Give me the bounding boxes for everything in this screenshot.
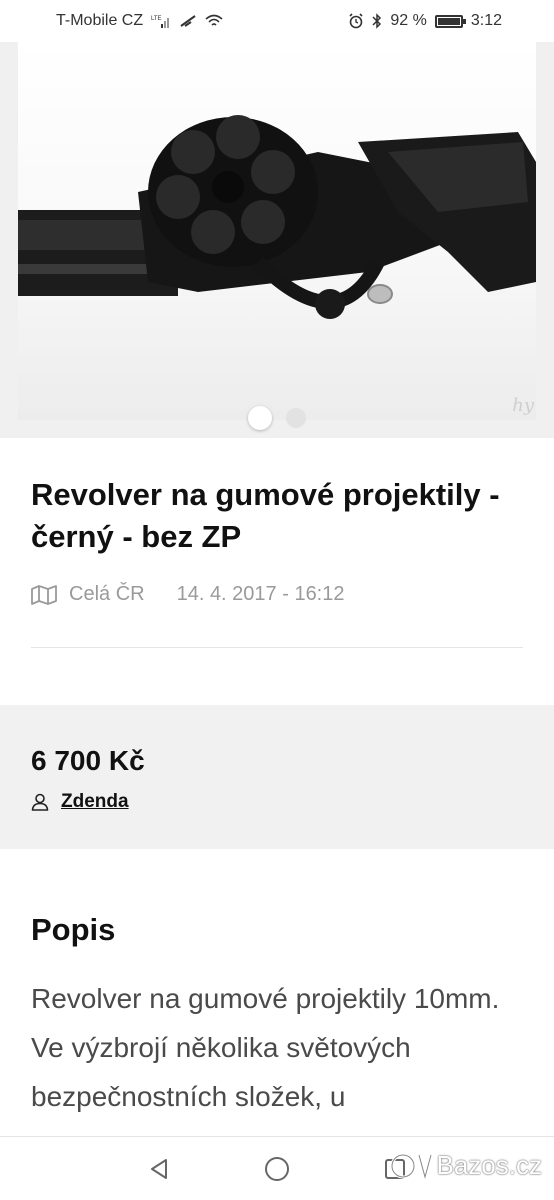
signal-icon: LTE bbox=[151, 14, 171, 28]
back-icon[interactable] bbox=[144, 1154, 174, 1184]
alarm-icon bbox=[348, 13, 364, 29]
listing-location: Celá ČR bbox=[69, 583, 145, 605]
wifi-icon bbox=[205, 14, 223, 28]
listing-date: 14. 4. 2017 - 16:12 bbox=[176, 583, 345, 605]
battery-icon bbox=[434, 14, 466, 28]
listing-price: 6 700 Kč bbox=[31, 745, 145, 776]
gallery-dot-1[interactable] bbox=[248, 406, 272, 430]
brand-logo-icon bbox=[389, 1151, 433, 1181]
home-icon[interactable] bbox=[262, 1154, 292, 1184]
gallery-pager[interactable] bbox=[0, 406, 554, 430]
network-type: LTE bbox=[151, 16, 162, 22]
price-section: 6 700 Kč Zdenda bbox=[0, 705, 554, 849]
brand-name: Bazos.cz bbox=[436, 1150, 543, 1180]
gallery-dot-2[interactable] bbox=[286, 408, 306, 428]
clock: 3:12 bbox=[470, 12, 502, 29]
seller-row[interactable]: Zdenda bbox=[31, 791, 129, 813]
description-text: Revolver na gumové projektily 10mm. Ve v… bbox=[31, 983, 500, 1112]
battery-fill bbox=[437, 17, 460, 25]
revolver-photo bbox=[18, 42, 536, 420]
listing-meta: Celá ČR 14. 4. 2017 - 16:12 bbox=[31, 583, 345, 606]
status-right: 92 % 3:12 bbox=[348, 12, 502, 30]
map-icon bbox=[31, 584, 57, 605]
battery-percent: 92 % bbox=[390, 12, 427, 29]
hotspot-icon bbox=[179, 14, 197, 28]
bluetooth-icon bbox=[372, 13, 382, 29]
description-heading: Popis bbox=[31, 912, 116, 947]
status-bar: T-Mobile CZ LTE 92 % 3:12 bbox=[0, 0, 554, 42]
carrier-label: T-Mobile CZ bbox=[56, 12, 144, 29]
image-gallery[interactable]: hy bbox=[0, 42, 554, 438]
brand-watermark: Bazos.cz bbox=[389, 1150, 543, 1181]
divider bbox=[31, 647, 523, 648]
listing-title: Revolver na gumové projektily - černý - … bbox=[31, 477, 500, 554]
seller-link[interactable]: Zdenda bbox=[61, 791, 129, 813]
user-icon bbox=[31, 793, 49, 811]
status-left: T-Mobile CZ LTE bbox=[56, 12, 223, 30]
